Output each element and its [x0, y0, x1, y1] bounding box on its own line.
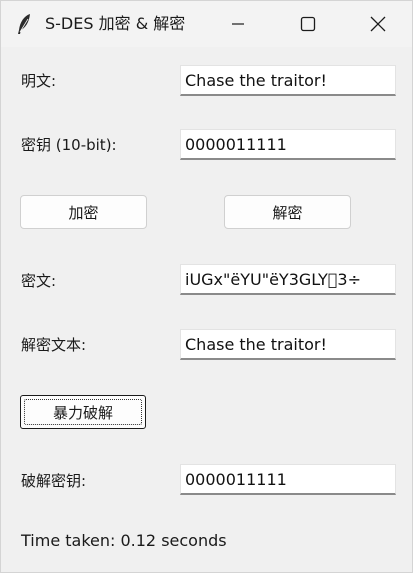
cracked-key-input[interactable]: 0000011111	[180, 464, 396, 495]
decrypt-button-label: 解密	[272, 203, 303, 222]
window-title: S-DES 加密 & 解密	[45, 14, 186, 33]
title-bar[interactable]: S-DES 加密 & 解密	[1, 1, 412, 47]
encrypt-button[interactable]: 加密	[20, 195, 147, 229]
cracked-key-label: 破解密钥:	[21, 472, 87, 490]
decrypted-label: 解密文本:	[21, 336, 87, 354]
maximize-icon	[300, 16, 316, 32]
app-window: S-DES 加密 & 解密 明文: Chase the traitor! 密钥 …	[0, 0, 413, 573]
focus-ring	[24, 399, 142, 425]
encrypt-button-label: 加密	[68, 203, 99, 222]
minimize-button[interactable]	[215, 1, 261, 47]
bruteforce-button[interactable]: 暴力破解	[20, 395, 146, 429]
ciphertext-input[interactable]: iUGx"ëYU"ëY3GLY 3÷	[180, 264, 396, 295]
close-button[interactable]	[355, 1, 401, 47]
minimize-icon	[232, 23, 244, 25]
ciphertext-label: 密文:	[21, 272, 57, 290]
key-input[interactable]: 0000011111	[180, 129, 396, 160]
maximize-button[interactable]	[285, 1, 331, 47]
plaintext-label: 明文:	[21, 72, 57, 90]
decrypted-input[interactable]: Chase the traitor!	[180, 329, 396, 360]
decrypt-button[interactable]: 解密	[224, 195, 351, 229]
feather-icon	[15, 13, 35, 35]
time-taken-text: Time taken: 0.12 seconds	[21, 531, 227, 550]
key-label: 密钥 (10-bit):	[21, 136, 117, 154]
close-icon	[370, 16, 386, 32]
plaintext-input[interactable]: Chase the traitor!	[180, 65, 396, 96]
